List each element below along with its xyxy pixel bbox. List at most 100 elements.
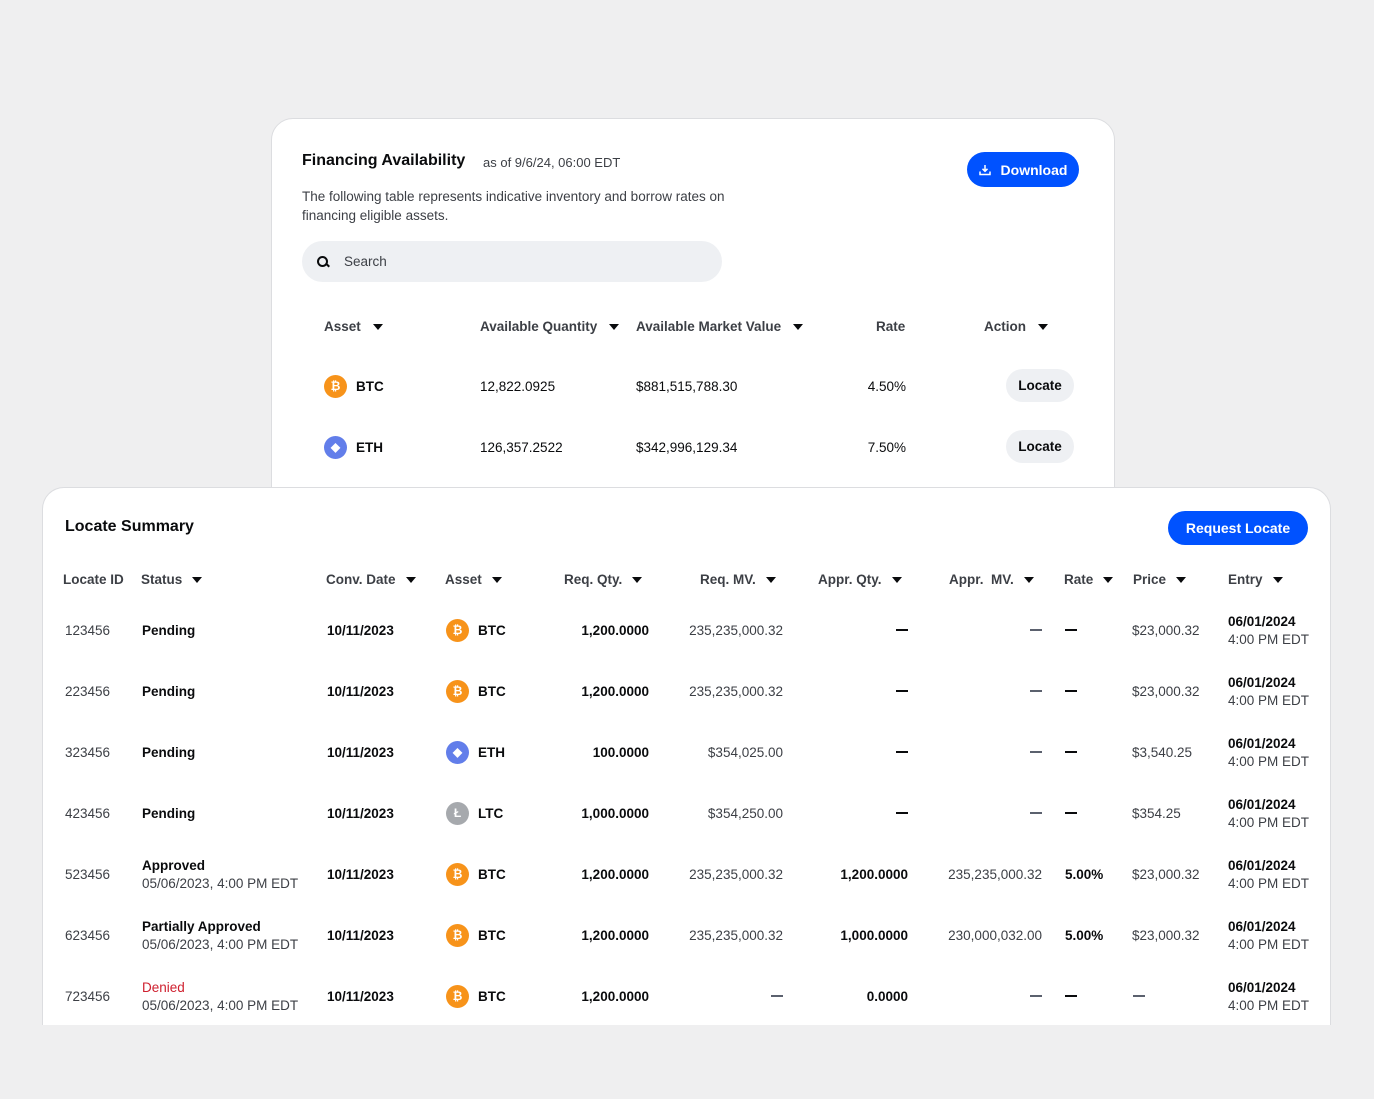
rate: — — [1065, 605, 1077, 655]
status-cell: Approved 05/06/2023, 4:00 PM EDT — [142, 849, 298, 899]
search-bar[interactable] — [302, 241, 722, 282]
entry-date: 06/01/2024 — [1228, 735, 1296, 751]
download-label: Download — [1000, 161, 1068, 178]
req-qty: 1,000.0000 — [581, 805, 649, 821]
available-market-value: $881,515,788.30 — [636, 378, 738, 394]
header-available-quantity[interactable]: Available Quantity — [480, 319, 620, 334]
asset-cell: ◆ ETH — [324, 427, 383, 467]
asset-symbol: LTC — [478, 805, 504, 821]
bitcoin-icon: ₿ — [324, 374, 347, 398]
locate-label: Locate — [1018, 378, 1062, 393]
req-qty: 1,200.0000 — [581, 683, 649, 699]
sort-caret-icon — [632, 576, 643, 583]
price: $3,540.25 — [1132, 744, 1193, 760]
entry-cell: 06/01/2024 4:00 PM EDT — [1228, 910, 1309, 960]
appr-qty: — — [783, 727, 908, 777]
table-row[interactable]: 323456 Pending 10/11/2023 ◆ ETH 100.0000… — [43, 727, 1330, 777]
req-mv: 235,235,000.32 — [689, 683, 783, 699]
status-label: Pending — [142, 622, 196, 638]
download-icon — [978, 164, 991, 175]
header-req-mv[interactable]: Req. MV. — [700, 572, 776, 587]
appr-mv: — — [913, 971, 1042, 1021]
entry-cell: 06/01/2024 4:00 PM EDT — [1228, 849, 1309, 899]
table-row[interactable]: 723456 Denied 05/06/2023, 4:00 PM EDT 10… — [43, 971, 1330, 1021]
rate: 4.50% — [867, 378, 906, 394]
table-row[interactable]: 423456 Pending 10/11/2023 Ł LTC 1,000.00… — [43, 788, 1330, 838]
available-quantity: 12,822.0925 — [480, 378, 556, 394]
header-rate-label: Rate — [1064, 572, 1094, 587]
header-req-mv-label: Req. MV. — [700, 572, 756, 587]
appr-mv: — — [913, 605, 1042, 655]
rate: — — [1065, 788, 1077, 838]
empty-dash: — — [896, 812, 908, 814]
header-conv-date[interactable]: Conv. Date — [326, 572, 416, 587]
locate-id: 123456 — [65, 622, 111, 638]
header-price[interactable]: Price — [1133, 572, 1187, 587]
table-row: ◆ ETH 126,357.2522 $342,996,129.34 7.50%… — [272, 427, 1116, 467]
empty-dash: — — [771, 995, 783, 997]
locate-id: 623456 — [65, 927, 111, 943]
table-row[interactable]: 523456 Approved 05/06/2023, 4:00 PM EDT … — [43, 849, 1330, 899]
request-locate-button[interactable]: Request Locate — [1168, 511, 1308, 545]
header-rate[interactable]: Rate — [1064, 572, 1114, 587]
entry-time: 4:00 PM EDT — [1228, 875, 1310, 891]
conv-date: 10/11/2023 — [327, 683, 394, 699]
price: $354.25 — [1132, 805, 1181, 821]
status-label: Approved — [142, 857, 206, 873]
entry-time: 4:00 PM EDT — [1228, 997, 1310, 1013]
entry-time: 4:00 PM EDT — [1228, 631, 1310, 647]
asset-symbol: BTC — [478, 988, 506, 1004]
header-appr-qty[interactable]: Appr. Qty. — [818, 572, 902, 587]
header-rate[interactable]: Rate — [876, 319, 905, 334]
asset-cell: Ł LTC — [446, 788, 503, 838]
asset-symbol: BTC — [478, 683, 506, 699]
header-asset-label: Asset — [324, 319, 361, 334]
header-appr-mv[interactable]: Appr. MV. — [949, 572, 1034, 587]
locate-button[interactable]: Locate — [1006, 369, 1074, 402]
status-timestamp: 05/06/2023, 4:00 PM EDT — [142, 936, 299, 952]
locate-button[interactable]: Locate — [1006, 430, 1074, 463]
header-status[interactable]: Status — [141, 572, 203, 587]
entry-date: 06/01/2024 — [1228, 796, 1296, 812]
asset-symbol: BTC — [478, 927, 506, 943]
header-entry[interactable]: Entry — [1228, 572, 1283, 587]
empty-dash: — — [1065, 690, 1077, 692]
asset-symbol: ETH — [478, 744, 505, 760]
conv-date: 10/11/2023 — [327, 866, 394, 882]
download-button[interactable]: Download — [967, 152, 1079, 187]
appr-qty: — — [783, 605, 908, 655]
search-input[interactable] — [344, 254, 684, 269]
req-qty: 100.0000 — [592, 744, 649, 760]
sort-caret-icon — [765, 576, 776, 583]
asset-symbol: BTC — [478, 866, 506, 882]
table-row[interactable]: 123456 Pending 10/11/2023 ₿ BTC 1,200.00… — [43, 605, 1330, 655]
header-req-qty[interactable]: Req. Qty. — [564, 572, 643, 587]
bitcoin-icon: ₿ — [446, 618, 469, 642]
header-locate-id[interactable]: Locate ID — [63, 572, 124, 587]
req-mv: $354,250.00 — [707, 805, 783, 821]
req-mv: 235,235,000.32 — [689, 927, 783, 943]
header-available-market-value[interactable]: Available Market Value — [636, 319, 804, 334]
asset-symbol: ETH — [356, 439, 383, 455]
req-mv: 235,235,000.32 — [689, 866, 783, 882]
header-action[interactable]: Action — [984, 319, 1048, 334]
header-asset[interactable]: Asset — [445, 572, 502, 587]
table-row[interactable]: 623456 Partially Approved 05/06/2023, 4:… — [43, 910, 1330, 960]
status-timestamp: 05/06/2023, 4:00 PM EDT — [142, 997, 299, 1013]
litecoin-icon: Ł — [446, 801, 469, 825]
entry-date: 06/01/2024 — [1228, 979, 1296, 995]
table-row[interactable]: 223456 Pending 10/11/2023 ₿ BTC 1,200.00… — [43, 666, 1330, 716]
sort-caret-icon — [1272, 576, 1283, 583]
header-price-label: Price — [1133, 572, 1167, 587]
appr-qty: 0.0000 — [866, 988, 908, 1004]
locate-summary-title: Locate Summary — [65, 518, 194, 535]
sort-caret-icon — [609, 323, 620, 330]
header-rate-label: Rate — [876, 319, 906, 334]
asset-cell: ₿ BTC — [446, 605, 506, 655]
conv-date: 10/11/2023 — [327, 927, 394, 943]
sort-caret-icon — [1176, 576, 1187, 583]
header-asset[interactable]: Asset — [324, 319, 383, 334]
bitcoin-icon: ₿ — [446, 984, 469, 1008]
sort-caret-icon — [1103, 576, 1114, 583]
asset-symbol: BTC — [478, 622, 506, 638]
